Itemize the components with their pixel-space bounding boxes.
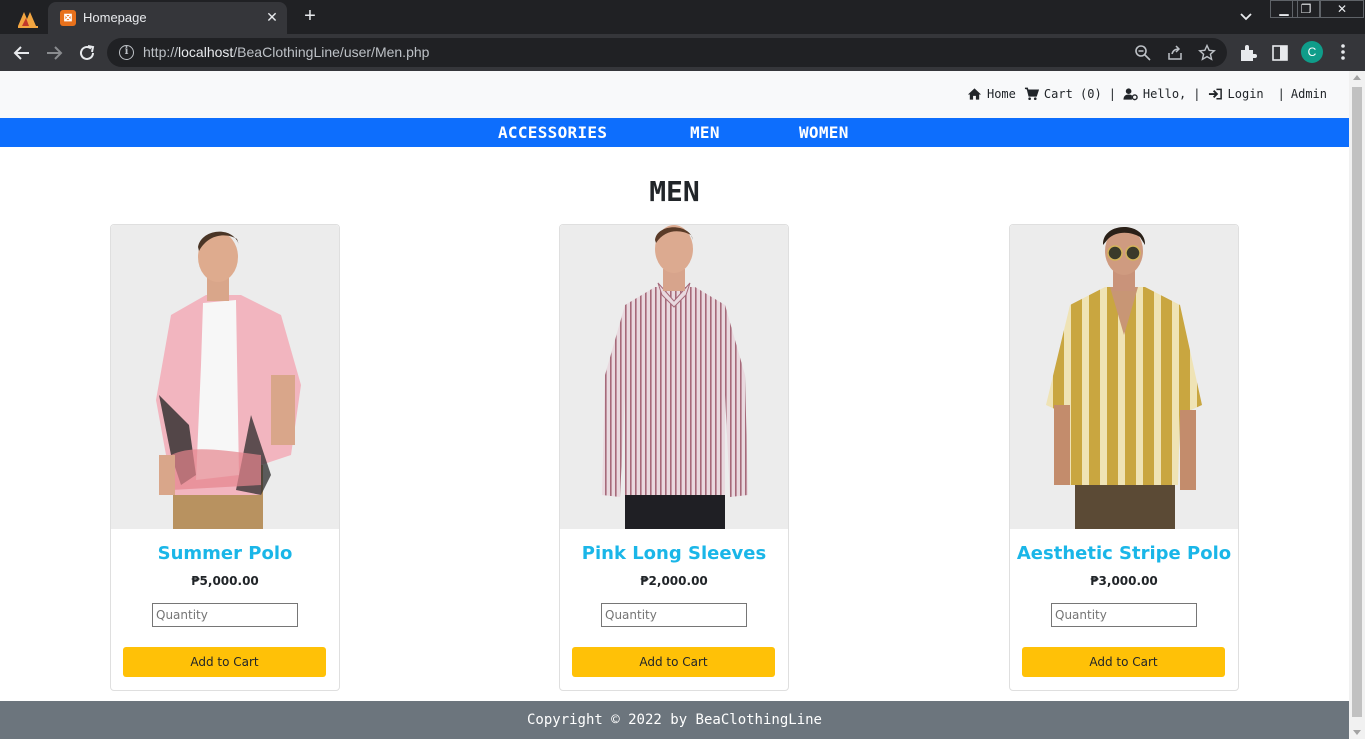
zoom-icon[interactable] — [1133, 43, 1153, 63]
profile-avatar[interactable]: C — [1301, 41, 1323, 63]
site-info-icon[interactable]: i — [119, 45, 134, 60]
url-scheme: http:// — [143, 44, 179, 60]
add-to-cart-button[interactable]: Add to Cart — [1022, 647, 1225, 677]
cart-icon — [1024, 87, 1039, 100]
browser-toolbar: i http://localhost/BeaClothingLine/user/… — [0, 34, 1365, 71]
quantity-input[interactable] — [152, 603, 298, 627]
product-card: Pink Long Sleeves ₱2,000.00 Add to Cart — [559, 224, 789, 691]
product-name[interactable]: Aesthetic Stripe Polo — [1010, 543, 1238, 564]
tab-title: Homepage — [83, 10, 147, 25]
separator: | — [1193, 87, 1201, 101]
scroll-up-arrow-icon[interactable] — [1353, 75, 1361, 80]
product-price: ₱2,000.00 — [640, 574, 708, 588]
share-icon[interactable] — [1165, 43, 1185, 63]
aesthetic-stripe-polo-photo — [1010, 225, 1238, 529]
scrollbar-thumb[interactable] — [1352, 87, 1362, 717]
cart-link[interactable]: Cart (0) — [1024, 87, 1102, 101]
product-name[interactable]: Pink Long Sleeves — [560, 543, 788, 564]
product-card: Summer Polo ₱5,000.00 Add to Cart — [110, 224, 340, 691]
vertical-scrollbar[interactable] — [1349, 71, 1365, 739]
back-arrow-icon[interactable] — [9, 40, 35, 66]
xampp-favicon-icon: ⊠ — [60, 10, 76, 26]
product-image[interactable] — [111, 225, 339, 529]
hello-user: Hello, — [1123, 87, 1186, 101]
home-link-label: Home — [986, 87, 1016, 101]
top-links: Home Cart (0) | Hello, | Login | Admin — [967, 87, 1327, 101]
summer-polo-photo — [111, 225, 339, 529]
nav-women[interactable]: WOMEN — [799, 123, 849, 142]
xampp-app-icon[interactable] — [14, 6, 44, 30]
page-footer: Copyright © 2022 by BeaClothingLine — [0, 701, 1349, 739]
nav-men[interactable]: MEN — [690, 123, 720, 142]
cart-link-label: Cart (0) — [1043, 87, 1102, 101]
login-icon — [1208, 88, 1222, 100]
product-name[interactable]: Summer Polo — [111, 543, 339, 564]
tab-close-icon[interactable]: ✕ — [262, 7, 282, 27]
product-card: Aesthetic Stripe Polo ₱3,000.00 Add to C… — [1009, 224, 1239, 691]
user-gear-icon — [1123, 88, 1138, 101]
tab-search-chevron-icon[interactable] — [1236, 9, 1256, 25]
home-link[interactable]: Home — [967, 87, 1016, 101]
scroll-down-arrow-icon[interactable] — [1353, 730, 1361, 735]
browser-menu-icon[interactable] — [1336, 42, 1350, 62]
separator: | — [1108, 87, 1116, 101]
add-to-cart-button[interactable]: Add to Cart — [123, 647, 326, 677]
login-link-label: Login — [1227, 87, 1264, 101]
product-image[interactable] — [560, 225, 788, 529]
reload-icon[interactable] — [74, 40, 100, 66]
hello-label: Hello, — [1142, 87, 1187, 101]
home-icon — [967, 88, 982, 100]
page-viewport: Home Cart (0) | Hello, | Login | Admin A… — [0, 71, 1365, 739]
product-price: ₱3,000.00 — [1090, 574, 1158, 588]
footer-copyright: Copyright © 2022 by BeaClothingLine — [526, 712, 822, 728]
new-tab-icon[interactable]: + — [298, 5, 322, 29]
top-bar: Home Cart (0) | Hello, | Login | Admin — [0, 71, 1349, 118]
add-to-cart-button[interactable]: Add to Cart — [572, 647, 775, 677]
quantity-input[interactable] — [601, 603, 747, 627]
browser-tab-active[interactable]: ⊠ Homepage ✕ — [48, 2, 287, 34]
close-window-icon[interactable]: ✕ — [1320, 0, 1364, 18]
url-host: localhost — [178, 44, 234, 60]
restore-window-icon[interactable]: ❐ — [1292, 0, 1320, 18]
forward-arrow-icon[interactable] — [41, 40, 67, 66]
nav-accessories[interactable]: ACCESSORIES — [498, 123, 607, 142]
extensions-puzzle-icon[interactable] — [1238, 43, 1258, 63]
pink-long-sleeves-photo — [560, 225, 788, 529]
separator: | — [1277, 87, 1285, 101]
product-image[interactable] — [1010, 225, 1238, 529]
product-price: ₱5,000.00 — [191, 574, 259, 588]
address-bar[interactable]: i http://localhost/BeaClothingLine/user/… — [107, 38, 1227, 67]
url-text[interactable]: http://localhost/BeaClothingLine/user/Me… — [143, 44, 429, 60]
page-title: MEN — [649, 175, 700, 208]
url-path: /BeaClothingLine/user/Men.php — [233, 44, 430, 60]
admin-link[interactable]: Admin — [1291, 87, 1327, 101]
quantity-input[interactable] — [1051, 603, 1197, 627]
side-panel-icon[interactable] — [1270, 43, 1290, 63]
browser-tabstrip: ⊠ Homepage ✕ + ▁ ❐ ✕ — [0, 0, 1365, 34]
category-navbar: ACCESSORIES MEN WOMEN — [0, 118, 1349, 147]
login-link[interactable]: Login — [1208, 87, 1264, 101]
bookmark-star-icon[interactable] — [1197, 43, 1217, 63]
